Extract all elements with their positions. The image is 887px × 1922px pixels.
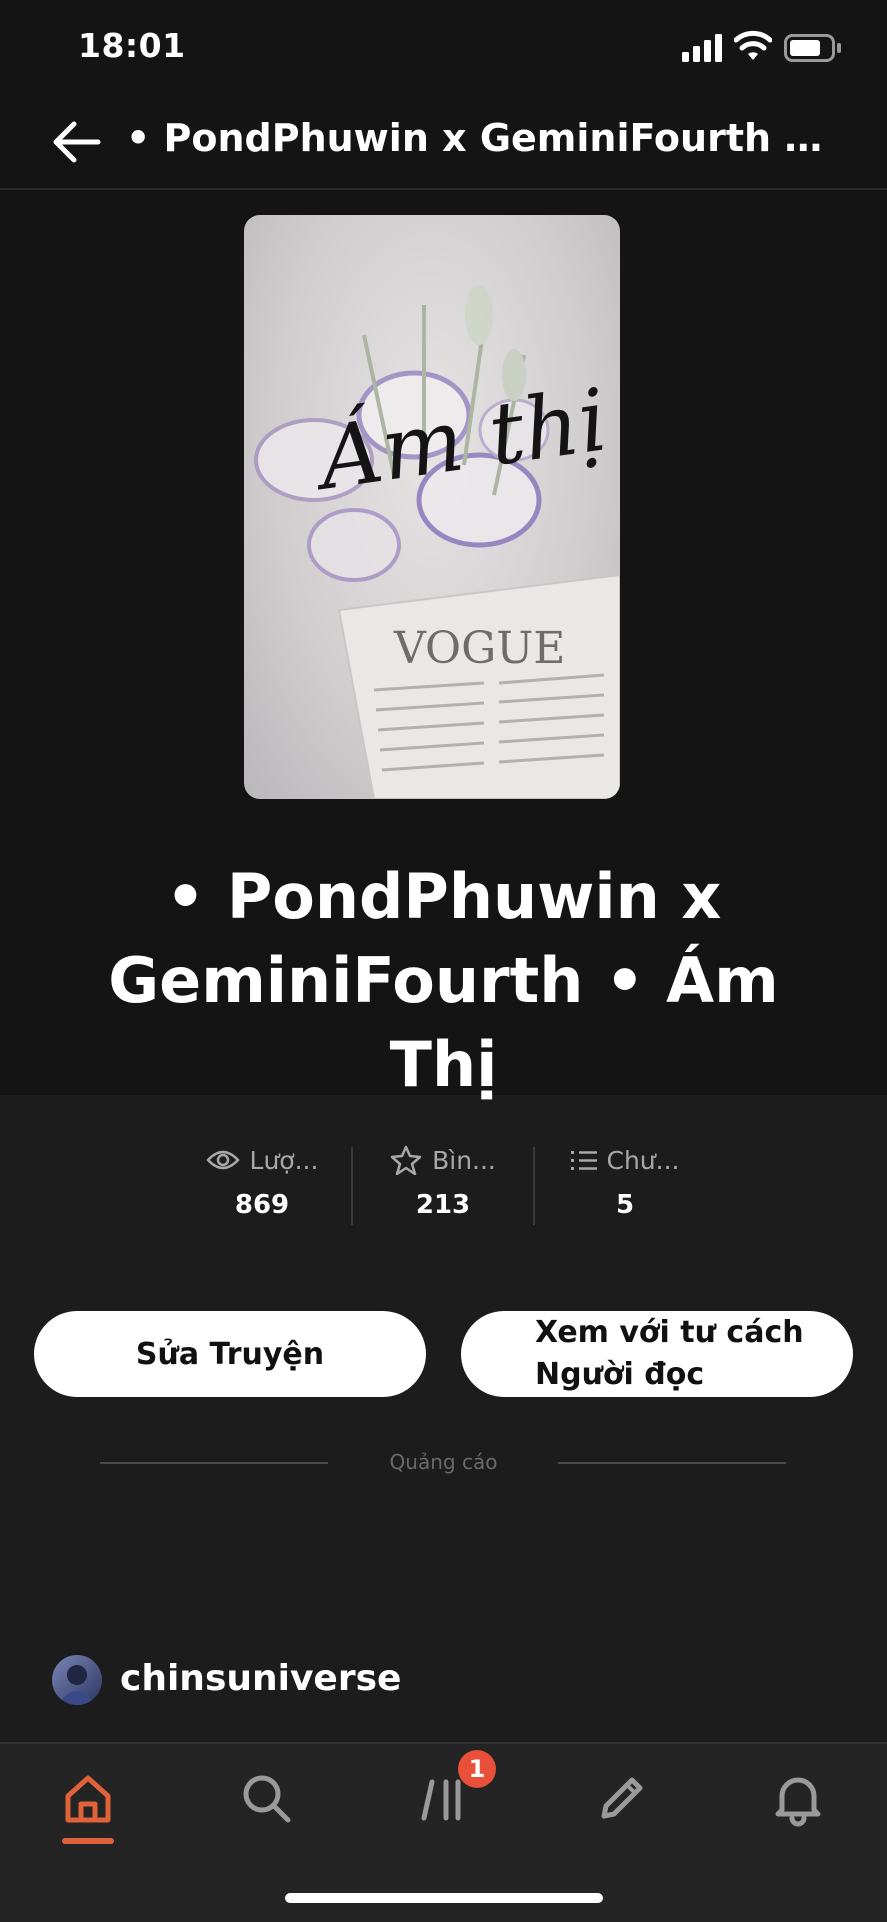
search-icon[interactable] xyxy=(236,1768,296,1828)
author-name[interactable]: chinsuniverse xyxy=(120,1658,401,1699)
view-as-reader-button[interactable]: Xem với tư cách Người đọc xyxy=(461,1311,853,1397)
wifi-icon xyxy=(734,30,772,60)
stat-votes-label: Bìn... xyxy=(432,1145,496,1175)
stat-parts: Chư... 5 xyxy=(535,1140,715,1220)
cover-art: VOGUE Ám thị xyxy=(254,285,620,799)
home-indicator xyxy=(285,1893,603,1903)
edit-story-label: Sửa Truyện xyxy=(135,1336,325,1372)
status-time: 18:01 xyxy=(78,26,186,65)
pencil-icon[interactable] xyxy=(592,1768,652,1828)
notification-badge: 1 xyxy=(458,1750,496,1788)
ad-label: Quảng cáo xyxy=(389,1450,498,1474)
back-arrow-icon[interactable] xyxy=(50,120,102,164)
stat-reads-value: 869 xyxy=(234,1190,290,1220)
header-title: • PondPhuwin x GeminiFourth • Ám... xyxy=(126,116,826,160)
stat-parts-value: 5 xyxy=(615,1190,635,1220)
battery-icon xyxy=(784,34,841,62)
eye-icon xyxy=(205,1150,240,1170)
stat-reads-label: Lượ... xyxy=(249,1145,319,1175)
home-icon[interactable] xyxy=(58,1768,118,1828)
story-title: • PondPhuwin x GeminiFourth • Ám Thị xyxy=(108,860,779,1101)
ad-divider-right xyxy=(558,1462,786,1464)
stat-parts-label: Chư... xyxy=(606,1145,680,1175)
cover-magazine-text: VOGUE xyxy=(393,623,565,674)
stat-votes: Bìn... 213 xyxy=(353,1140,533,1220)
list-icon xyxy=(570,1151,597,1170)
edit-story-button[interactable]: Sửa Truyện xyxy=(34,1311,426,1397)
bell-icon[interactable] xyxy=(768,1768,828,1828)
active-tab-indicator xyxy=(62,1838,114,1844)
story-cover-image: VOGUE Ám thị xyxy=(244,215,620,799)
stat-reads: Lượ... 869 xyxy=(172,1140,352,1220)
star-icon xyxy=(390,1145,422,1175)
view-as-reader-label-line1: Xem với tư cách xyxy=(535,1315,804,1350)
cellular-signal-icon xyxy=(682,34,722,62)
stat-votes-value: 213 xyxy=(415,1190,471,1220)
cover-script-title: Ám thị xyxy=(306,369,613,510)
avatar-image xyxy=(58,1665,96,1705)
view-as-reader-label-line2: Người đọc xyxy=(535,1357,705,1392)
ad-divider-left xyxy=(100,1462,328,1464)
author-avatar[interactable] xyxy=(52,1655,102,1705)
